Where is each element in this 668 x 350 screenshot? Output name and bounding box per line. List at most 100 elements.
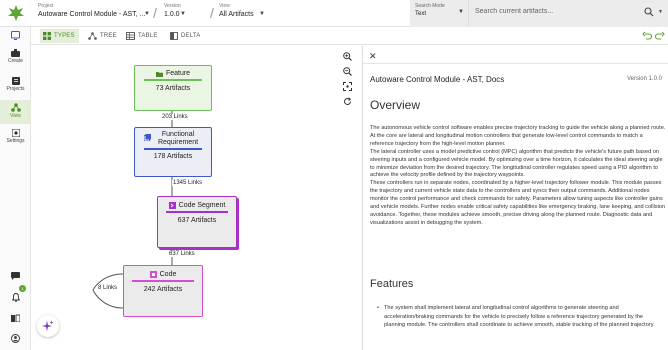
sidebar-item-label: Settings: [6, 138, 25, 144]
code-icon: [149, 271, 157, 278]
node-code[interactable]: Code 242 Artifacts: [123, 265, 203, 317]
edge-label: 637 Links: [168, 251, 196, 257]
node-code-segment[interactable]: Code Segment 637 Artifacts: [157, 196, 237, 248]
fit-screen-icon[interactable]: [343, 82, 352, 91]
list-item: The system shall implement lateral and l…: [384, 305, 655, 328]
search-icon[interactable]: [644, 7, 654, 17]
create-icon: [11, 49, 20, 57]
sidebar-toggle-icon: [11, 31, 20, 40]
version-selector[interactable]: Version 1.0.0 ▼: [164, 3, 186, 20]
left-sidebar: Create Projects View Settings 1: [0, 27, 31, 350]
zoom-in-icon[interactable]: [343, 52, 352, 61]
node-underline: [144, 79, 202, 81]
overview-paragraph: These controllers run in separate nodes,…: [370, 180, 666, 226]
folder-icon: [155, 71, 163, 77]
edge-label: 1345 Links: [172, 180, 204, 186]
search-mode-label: Search Mode: [415, 3, 445, 9]
document-title: Autoware Control Module - AST, Docs: [370, 75, 505, 84]
tab-tree-label: TREE: [100, 33, 117, 39]
requirement-icon: [144, 134, 151, 141]
bullet-icon: •: [377, 305, 379, 311]
sidebar-item-view[interactable]: View: [0, 100, 31, 124]
graph-zoom-tools: [343, 52, 355, 112]
chevron-down-icon[interactable]: ▼: [658, 9, 663, 15]
zoom-out-icon[interactable]: [343, 67, 352, 76]
view-icon: [10, 103, 21, 112]
section-heading-overview: Overview: [370, 98, 421, 112]
view-selector[interactable]: View All Artifacts ▼: [219, 3, 265, 20]
panel-divider: [363, 63, 668, 64]
sidebar-item-projects[interactable]: Projects: [0, 75, 31, 97]
sidebar-item-account[interactable]: [0, 334, 31, 344]
document-version: Version 1.0.0: [626, 76, 662, 82]
sidebar-item-notifications[interactable]: [0, 293, 31, 303]
edge-code-self-loop[interactable]: [92, 273, 124, 309]
chat-icon: [11, 272, 20, 280]
node-count: 242 Artifacts: [143, 285, 183, 293]
artifact-details-panel: ✕ Autoware Control Module - AST, Docs Ve…: [362, 46, 668, 350]
refresh-icon[interactable]: [343, 97, 352, 106]
node-underline: [132, 280, 194, 282]
chevron-down-icon: ▼: [259, 11, 265, 17]
search-box: ▼: [468, 0, 668, 27]
project-label: Project: [38, 3, 54, 9]
tab-table[interactable]: TABLE: [123, 29, 162, 43]
breadcrumb-separator: /: [210, 5, 214, 21]
node-count: 637 Artifacts: [177, 216, 217, 224]
breadcrumb-separator: /: [153, 5, 157, 21]
node-title: Code Segment: [178, 202, 226, 209]
undo-icon[interactable]: [642, 31, 652, 41]
app-logo-icon[interactable]: [6, 3, 26, 23]
features-list: • The system shall implement lateral and…: [377, 304, 665, 330]
overview-paragraph: The autonomous vehicle control software …: [370, 125, 666, 147]
node-count: 178 Artifacts: [153, 152, 193, 160]
edge-label: 8 Links: [97, 285, 119, 291]
version-label: Version: [164, 3, 181, 9]
tab-delta-label: DELTA: [181, 33, 201, 39]
bell-icon: [11, 293, 20, 302]
tab-tree[interactable]: TREE: [85, 29, 121, 43]
node-functional-requirement[interactable]: Functional Requirement 178 Artifacts: [134, 127, 212, 177]
node-underline: [144, 148, 202, 150]
edge-label: 203 Links: [161, 114, 189, 120]
artifact-type-graph: Feature 73 Artifacts 203 Links Functiona…: [31, 46, 361, 350]
sidebar-item-toggle[interactable]: [0, 31, 31, 41]
sidebar-item-create[interactable]: Create: [0, 47, 31, 69]
account-icon: [11, 334, 20, 343]
delta-icon: [170, 32, 178, 40]
chevron-down-icon: ▼: [180, 11, 186, 17]
project-value: Autoware Control Module - AST, ...: [38, 11, 146, 18]
tab-delta[interactable]: DELTA: [167, 29, 204, 43]
tree-icon: [88, 32, 97, 40]
node-underline: [166, 211, 228, 213]
chevron-down-icon: ▼: [144, 11, 150, 17]
sidebar-item-docs[interactable]: [0, 314, 31, 324]
sidebar-item-settings[interactable]: Settings: [0, 127, 31, 149]
tab-types[interactable]: TYPES: [40, 29, 79, 43]
search-mode-value: Text: [415, 11, 427, 17]
ai-assistant-button[interactable]: [37, 315, 59, 337]
close-icon[interactable]: ✕: [369, 51, 377, 62]
redo-icon[interactable]: [655, 31, 665, 41]
sidebar-item-label: Projects: [6, 86, 25, 92]
notification-badge: 1: [19, 285, 26, 292]
grid-icon: [43, 32, 51, 40]
tab-types-label: TYPES: [54, 33, 75, 39]
chevron-down-icon: ▼: [458, 9, 464, 15]
node-count: 73 Artifacts: [155, 84, 191, 92]
sidebar-item-chat[interactable]: [0, 272, 31, 282]
node-title: Feature: [165, 70, 191, 77]
search-mode-select[interactable]: Search Mode Text ▼: [410, 0, 468, 27]
overview-body: The autonomous vehicle control software …: [370, 125, 666, 228]
sparkle-icon: [42, 320, 54, 331]
settings-icon: [11, 129, 20, 137]
version-value: 1.0.0: [164, 11, 180, 18]
node-feature[interactable]: Feature 73 Artifacts: [134, 65, 212, 111]
project-selector[interactable]: Project Autoware Control Module - AST, .…: [38, 3, 150, 20]
view-toolbar: TYPES TREE TABLE DELTA: [31, 27, 668, 45]
search-input[interactable]: [475, 8, 635, 15]
node-title: Functional Requirement: [157, 131, 199, 146]
sidebar-item-label: Create: [7, 58, 23, 64]
view-value: All Artifacts: [219, 11, 254, 18]
projects-icon: [11, 77, 20, 85]
